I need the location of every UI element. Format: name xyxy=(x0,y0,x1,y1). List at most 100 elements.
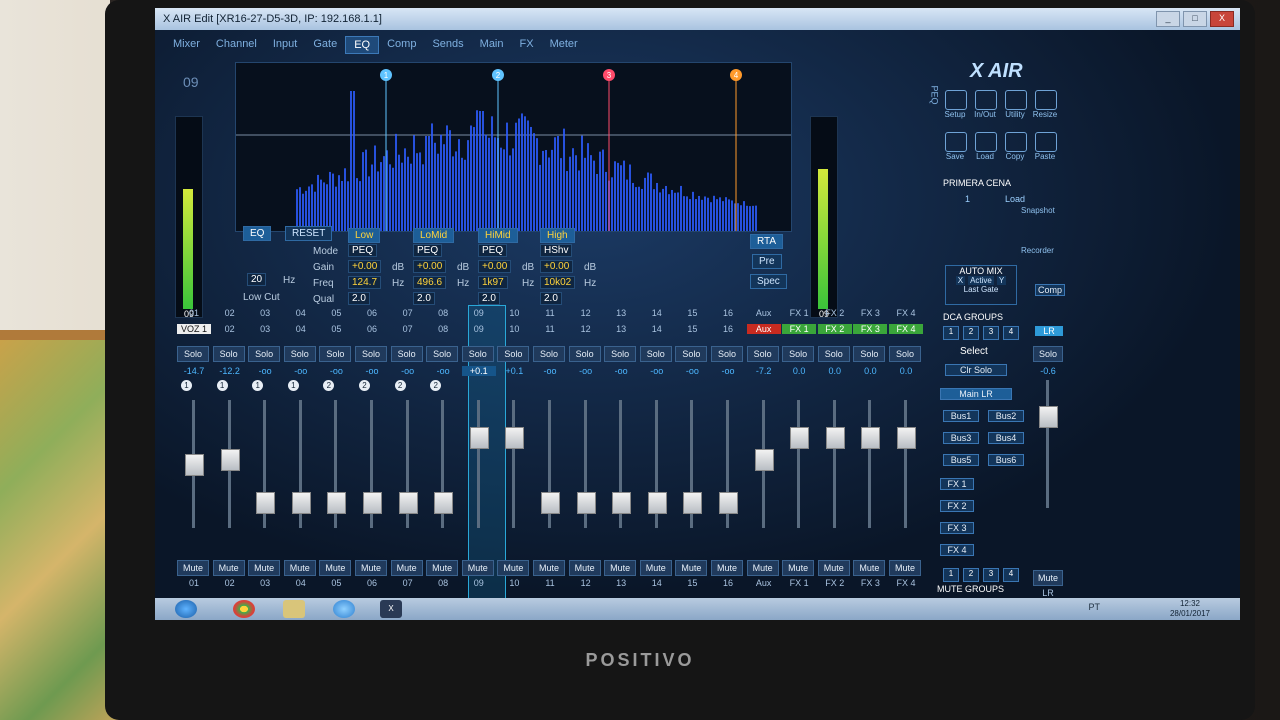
maximize-button[interactable]: □ xyxy=(1183,11,1207,27)
solo-button[interactable]: Solo xyxy=(782,346,815,362)
fader-cap[interactable] xyxy=(541,491,560,514)
band-low-button[interactable]: Low xyxy=(348,228,381,243)
mute-group-button[interactable]: 3 xyxy=(983,568,999,582)
fader-cap[interactable] xyxy=(256,491,276,514)
mute-button[interactable]: Mute xyxy=(746,560,779,576)
band-freq[interactable]: 496.6 xyxy=(413,276,447,289)
solo-button[interactable]: Solo xyxy=(711,346,743,362)
bus-button[interactable]: Bus4 xyxy=(988,432,1024,444)
fader[interactable] xyxy=(675,400,709,528)
fader[interactable] xyxy=(533,400,567,528)
band-gain[interactable]: +0.00 xyxy=(348,260,382,273)
fader[interactable] xyxy=(426,400,460,528)
band-himid-button[interactable]: HiMid xyxy=(478,228,518,243)
fader-cap[interactable] xyxy=(220,448,240,471)
mute-button[interactable]: Mute xyxy=(568,560,601,576)
fx-button[interactable]: FX 3 xyxy=(940,522,974,534)
strip-name[interactable]: 12 xyxy=(569,324,603,334)
solo-button[interactable]: Solo xyxy=(426,346,459,362)
mute-group-button[interactable]: 2 xyxy=(963,568,979,582)
solo-button[interactable]: Solo xyxy=(568,346,601,362)
mute-group-button[interactable]: 1 xyxy=(943,568,959,582)
eq-graph[interactable]: 1 2 3 4 xyxy=(235,62,792,232)
solo-button[interactable]: Solo xyxy=(817,346,850,362)
eq-toggle-button[interactable]: EQ xyxy=(243,226,272,241)
fader[interactable] xyxy=(462,400,496,528)
lr-mute-button[interactable]: Mute xyxy=(1033,570,1063,586)
solo-button[interactable]: Solo xyxy=(853,346,886,362)
fader[interactable] xyxy=(248,400,282,528)
fx-button[interactable]: FX 4 xyxy=(940,544,974,556)
fader[interactable] xyxy=(640,400,674,528)
band-mode[interactable]: HShv xyxy=(540,244,573,257)
mute-button[interactable]: Mute xyxy=(817,560,850,576)
fader[interactable] xyxy=(782,400,816,528)
fader[interactable] xyxy=(284,400,318,528)
fader-cap[interactable] xyxy=(612,491,632,514)
bus-button[interactable]: Bus6 xyxy=(988,454,1024,466)
rta-button[interactable]: RTA xyxy=(750,234,784,249)
fader-cap[interactable] xyxy=(683,491,703,514)
fader[interactable] xyxy=(177,400,211,528)
bus-button[interactable]: Bus1 xyxy=(943,410,979,422)
lr-solo-button[interactable]: Solo xyxy=(1033,346,1063,362)
tab-main[interactable]: Main xyxy=(472,36,512,54)
save-icon[interactable] xyxy=(945,132,967,152)
strip-name[interactable]: FX 4 xyxy=(889,324,923,334)
clear-solo-button[interactable]: Clr Solo xyxy=(945,364,1007,376)
band-lomid-button[interactable]: LoMid xyxy=(413,228,455,243)
strip-name[interactable]: 10 xyxy=(497,324,531,334)
strip-name[interactable]: 11 xyxy=(533,324,567,334)
setup-icon[interactable] xyxy=(945,90,967,110)
tab-mixer[interactable]: Mixer xyxy=(165,36,208,54)
dca-group-button[interactable]: 4 xyxy=(1003,326,1019,340)
tab-channel[interactable]: Channel xyxy=(208,36,265,54)
strip-name[interactable]: 15 xyxy=(675,324,709,334)
fader[interactable] xyxy=(711,400,745,528)
fader[interactable] xyxy=(889,400,923,528)
fader[interactable] xyxy=(747,400,781,528)
folder-icon[interactable] xyxy=(283,600,305,618)
solo-button[interactable]: Solo xyxy=(604,346,637,362)
xair-taskbar-icon[interactable]: X xyxy=(380,600,402,618)
chrome-icon[interactable] xyxy=(233,600,255,618)
band-high-button[interactable]: High xyxy=(540,228,575,243)
ie-icon[interactable] xyxy=(333,600,355,618)
dca-group-button[interactable]: 3 xyxy=(983,326,999,340)
strip-name[interactable]: FX 1 xyxy=(782,324,817,334)
low-cut-value[interactable]: 20 xyxy=(247,273,267,286)
fader-cap[interactable] xyxy=(398,491,418,514)
solo-button[interactable]: Solo xyxy=(746,346,779,362)
solo-button[interactable]: Solo xyxy=(390,346,423,362)
mute-button[interactable]: Mute xyxy=(461,560,494,576)
lr-fader[interactable] xyxy=(1031,380,1065,508)
mute-button[interactable]: Mute xyxy=(497,560,530,576)
scene-number[interactable]: 1 xyxy=(965,194,970,204)
dca-group-button[interactable]: 2 xyxy=(963,326,979,340)
solo-button[interactable]: Solo xyxy=(461,346,494,362)
fader-cap[interactable] xyxy=(719,491,738,514)
fader[interactable] xyxy=(355,400,389,528)
solo-button[interactable]: Solo xyxy=(212,346,245,362)
solo-button[interactable]: Solo xyxy=(675,346,708,362)
fader-cap[interactable] xyxy=(327,491,347,514)
tab-meter[interactable]: Meter xyxy=(542,36,586,54)
bus-button[interactable]: Bus3 xyxy=(943,432,979,444)
fader[interactable] xyxy=(818,400,852,528)
strip-name[interactable]: 08 xyxy=(426,324,460,334)
solo-button[interactable]: Solo xyxy=(497,346,530,362)
solo-button[interactable]: Solo xyxy=(889,346,921,362)
automix-y[interactable]: Y xyxy=(996,276,1007,285)
fader-cap[interactable] xyxy=(469,427,489,449)
tab-gate[interactable]: Gate xyxy=(305,36,345,54)
mute-button[interactable]: Mute xyxy=(212,560,245,576)
fader[interactable] xyxy=(604,400,638,528)
mute-button[interactable]: Mute xyxy=(283,560,316,576)
band-freq[interactable]: 124.7 xyxy=(348,276,382,289)
band-freq[interactable]: 10k02 xyxy=(540,276,576,289)
mute-button[interactable]: Mute xyxy=(355,560,387,576)
recorder-label[interactable]: Recorder xyxy=(1021,246,1054,255)
solo-button[interactable]: Solo xyxy=(248,346,281,362)
band-mode[interactable]: PEQ xyxy=(348,244,378,257)
bus-button[interactable]: Bus2 xyxy=(988,410,1024,422)
